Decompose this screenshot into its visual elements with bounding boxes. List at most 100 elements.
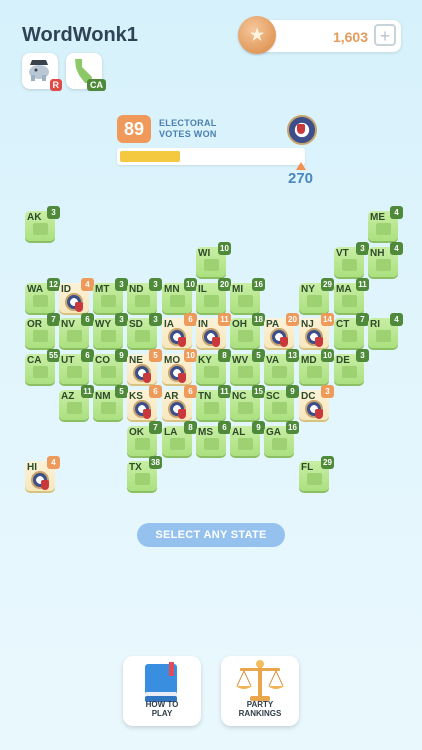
home-state-badge[interactable]: CA (66, 53, 106, 91)
state-code: CO (95, 355, 110, 366)
state-electoral-votes: 11 (356, 278, 369, 291)
state-tile-ca[interactable]: CA 55 (25, 349, 60, 384)
state-tile-wv[interactable]: WV 5 (230, 349, 265, 384)
won-seal-icon (168, 400, 186, 419)
state-tile-hi[interactable]: HI 4 (25, 456, 60, 491)
state-shape-icon (342, 366, 357, 378)
state-tile-dc[interactable]: DC 3 (299, 385, 334, 420)
state-code: NH (370, 248, 385, 259)
state-code: MA (336, 284, 352, 295)
coin-count: 1,603 (332, 29, 368, 45)
state-tile-ms[interactable]: MS 6 (196, 421, 231, 456)
state-tile-la[interactable]: LA 8 (162, 421, 197, 456)
state-tile-va[interactable]: VA 13 (264, 349, 299, 384)
book-icon (145, 662, 177, 702)
state-tile-nv[interactable]: NV 6 (59, 313, 94, 348)
state-tile-wa[interactable]: WA 12 (25, 278, 60, 313)
state-tile-mi[interactable]: MI 16 (230, 278, 265, 313)
state-tile-tn[interactable]: TN 11 (196, 385, 231, 420)
state-shape-icon (307, 295, 322, 307)
state-electoral-votes: 3 (149, 313, 162, 326)
electoral-votes-label: ELECTORAL VOTES WON (159, 118, 229, 140)
state-tile-ky[interactable]: KY 8 (196, 349, 231, 384)
select-state-button[interactable]: SELECT ANY STATE (137, 523, 285, 547)
state-tile-wi[interactable]: WI 10 (196, 242, 231, 277)
state-code: NV (61, 319, 75, 330)
state-tile-sc[interactable]: SC 9 (264, 385, 299, 420)
state-tile-co[interactable]: CO 9 (93, 349, 128, 384)
party-rankings-button[interactable]: PARTY RANKINGS (221, 656, 299, 726)
state-tile-mn[interactable]: MN 10 (162, 278, 197, 313)
state-code: UT (61, 355, 75, 366)
state-code: ME (370, 212, 385, 223)
state-electoral-votes: 6 (149, 385, 162, 398)
state-tile-sd[interactable]: SD 3 (127, 313, 162, 348)
state-tile-mo[interactable]: MO 10 (162, 349, 197, 384)
state-code: OR (27, 319, 42, 330)
state-tile-il[interactable]: IL 20 (196, 278, 231, 313)
state-tile-ri[interactable]: RI 4 (368, 313, 403, 348)
state-shape-icon (204, 438, 219, 450)
electoral-votes-count: 89 (117, 115, 151, 143)
state-code: FL (301, 462, 314, 473)
state-shape-icon (101, 366, 116, 378)
state-tile-vt[interactable]: VT 3 (334, 242, 369, 277)
state-tile-nc[interactable]: NC 15 (230, 385, 265, 420)
state-tile-ut[interactable]: UT 6 (59, 349, 94, 384)
party-badge[interactable]: R (22, 53, 62, 91)
state-tile-nd[interactable]: ND 3 (127, 278, 162, 313)
state-tile-nj[interactable]: NJ 14 (299, 313, 334, 348)
how-to-play-button[interactable]: HOW TO PLAY (123, 656, 201, 726)
state-tile-ia[interactable]: IA 6 (162, 313, 197, 348)
state-tile-ar[interactable]: AR 6 (162, 385, 197, 420)
state-shape-icon (33, 295, 48, 307)
state-tile-id[interactable]: ID 4 (59, 278, 94, 313)
state-tile-ok[interactable]: OK 7 (127, 421, 162, 456)
buy-coins-button[interactable]: + (374, 24, 396, 46)
won-seal-icon (168, 364, 186, 383)
state-code: AL (232, 427, 246, 438)
state-shape-icon (376, 223, 391, 235)
state-tile-md[interactable]: MD 10 (299, 349, 334, 384)
state-tile-fl[interactable]: FL 29 (299, 456, 334, 491)
won-seal-icon (133, 400, 151, 419)
state-tile-wy[interactable]: WY 3 (93, 313, 128, 348)
state-tile-al[interactable]: AL 9 (230, 421, 265, 456)
state-code: SD (129, 319, 143, 330)
state-tile-me[interactable]: ME 4 (368, 206, 403, 241)
state-tile-ak[interactable]: AK 3 (25, 206, 60, 241)
state-tile-or[interactable]: OR 7 (25, 313, 60, 348)
state-tile-ny[interactable]: NY 29 (299, 278, 334, 313)
state-electoral-votes: 10 (321, 349, 334, 362)
state-code: MN (164, 284, 180, 295)
state-electoral-votes: 7 (149, 421, 162, 434)
state-tile-ks[interactable]: KS 6 (127, 385, 162, 420)
state-shape-icon (238, 295, 253, 307)
state-tile-in[interactable]: IN 11 (196, 313, 231, 348)
state-tile-ma[interactable]: MA 11 (334, 278, 369, 313)
scales-icon (236, 660, 284, 701)
state-tile-az[interactable]: AZ 11 (59, 385, 94, 420)
state-shape-icon (342, 330, 357, 342)
state-code: AZ (61, 391, 75, 402)
state-tile-pa[interactable]: PA 20 (264, 313, 299, 348)
state-code: CT (336, 319, 350, 330)
state-tile-ct[interactable]: CT 7 (334, 313, 369, 348)
state-tile-ne[interactable]: NE 5 (127, 349, 162, 384)
state-code: TX (129, 462, 142, 473)
state-shape-icon (135, 473, 150, 485)
state-tile-ga[interactable]: GA 16 (264, 421, 299, 456)
state-tile-oh[interactable]: OH 18 (230, 313, 265, 348)
state-code: TN (198, 391, 212, 402)
state-shape-icon (238, 438, 253, 450)
state-code: NC (232, 391, 247, 402)
won-seal-icon (270, 328, 288, 347)
won-seal-icon (305, 400, 323, 419)
state-tile-tx[interactable]: TX 38 (127, 456, 162, 491)
state-code: GA (266, 427, 281, 438)
state-shape-icon (272, 366, 287, 378)
state-tile-nm[interactable]: NM 5 (93, 385, 128, 420)
state-tile-de[interactable]: DE 3 (334, 349, 369, 384)
state-tile-mt[interactable]: MT 3 (93, 278, 128, 313)
state-tile-nh[interactable]: NH 4 (368, 242, 403, 277)
